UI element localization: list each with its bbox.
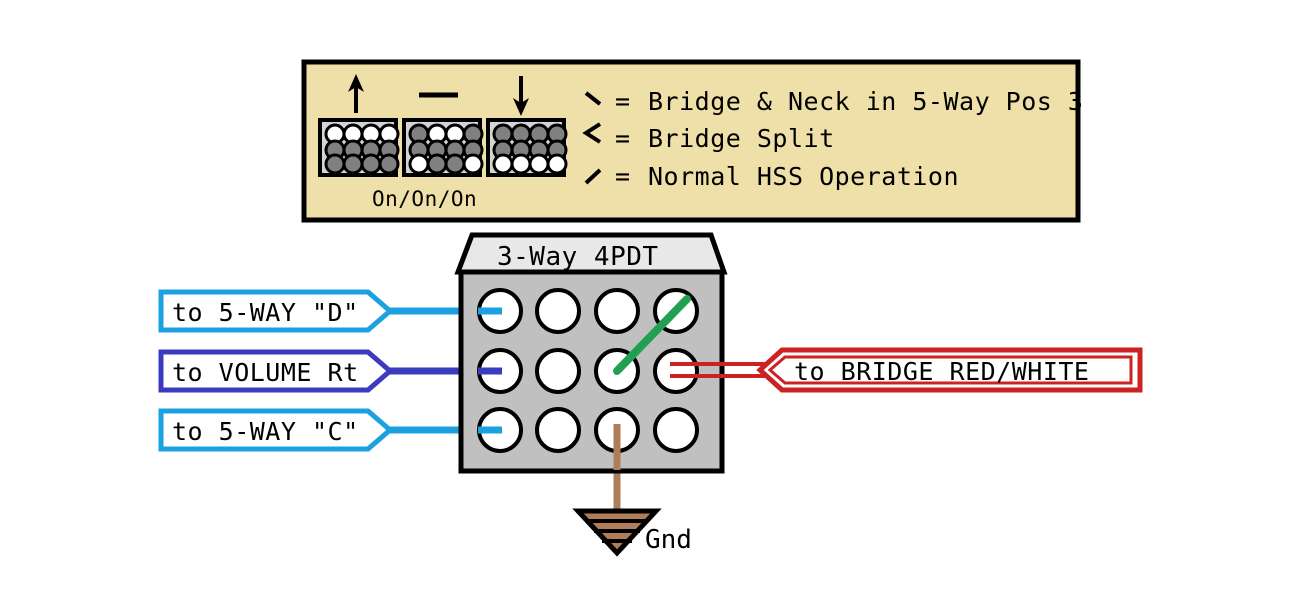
lug-r3c2[interactable] bbox=[535, 407, 581, 453]
lug-r1c3[interactable] bbox=[594, 288, 640, 334]
ground-label: Gnd bbox=[645, 525, 692, 555]
lug-r1c2[interactable] bbox=[535, 288, 581, 334]
flag-bridge-red-white-label: to BRIDGE RED/WHITE bbox=[794, 357, 1089, 386]
legend-row-1-text: Bridge & Neck in 5-Way Pos 3 bbox=[648, 87, 1083, 116]
flag-5way-c[interactable]: to 5-WAY "C" bbox=[158, 408, 394, 452]
switch-body: 3-Way 4PDT bbox=[454, 232, 728, 474]
lug-r3c4[interactable] bbox=[653, 407, 699, 453]
legend-row-3-equals: = bbox=[615, 162, 631, 191]
legend-row-2: = Bridge Split bbox=[582, 122, 835, 153]
flag-volume-rt[interactable]: to VOLUME Rt bbox=[158, 349, 394, 393]
wiring-diagram-canvas: On/On/On = Bridge & Neck in 5-Way Pos 3 … bbox=[0, 0, 1308, 609]
legend-panel: On/On/On = Bridge & Neck in 5-Way Pos 3 … bbox=[301, 59, 1083, 223]
dip-mode-label: On/On/On bbox=[372, 187, 477, 211]
legend-row-1-equals: = bbox=[615, 87, 631, 116]
ground-symbol: Gnd bbox=[572, 508, 692, 557]
legend-row-1: = Bridge & Neck in 5-Way Pos 3 bbox=[584, 87, 1083, 116]
flag-5way-d[interactable]: to 5-WAY "D" bbox=[158, 289, 394, 333]
legend-row-3-text: Normal HSS Operation bbox=[648, 162, 959, 191]
legend-row-2-equals: = bbox=[615, 124, 631, 153]
flag-bridge-red-white[interactable]: to BRIDGE RED/WHITE bbox=[756, 347, 1143, 393]
flag-5way-d-label: to 5-WAY "D" bbox=[172, 298, 359, 327]
lug-r2c2[interactable] bbox=[535, 348, 581, 394]
legend-row-2-text: Bridge Split bbox=[648, 124, 835, 153]
flag-volume-rt-label: to VOLUME Rt bbox=[172, 358, 359, 387]
switch-title: 3-Way 4PDT bbox=[497, 242, 659, 272]
flag-5way-c-label: to 5-WAY "C" bbox=[172, 417, 359, 446]
diagram-svg: On/On/On = Bridge & Neck in 5-Way Pos 3 … bbox=[158, 59, 1143, 557]
dip-block-up bbox=[318, 118, 400, 177]
lug-r2c4[interactable] bbox=[653, 348, 699, 394]
dip-block-down bbox=[486, 118, 568, 177]
dip-block-center bbox=[402, 118, 484, 177]
